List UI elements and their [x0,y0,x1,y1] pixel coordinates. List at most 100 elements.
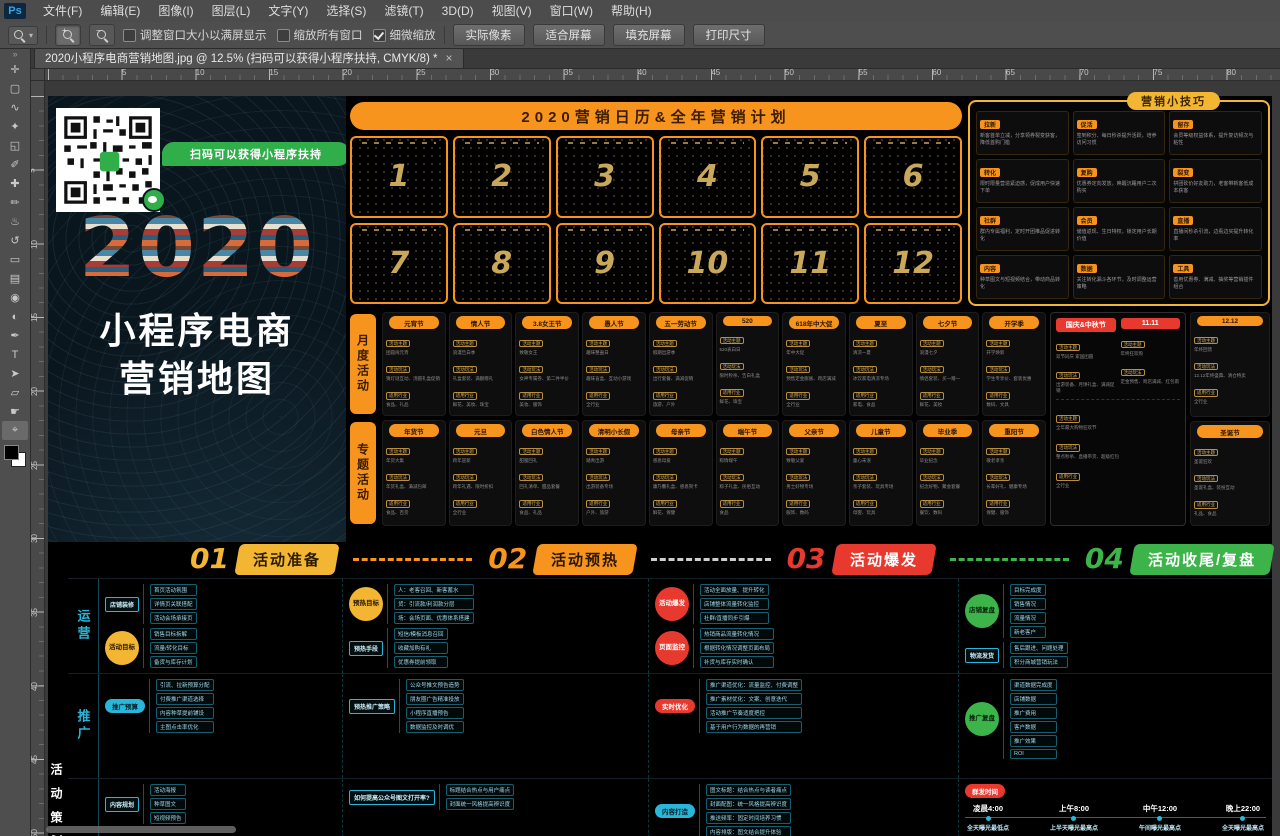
document-tab[interactable]: 2020小程序电商营销地图.jpg @ 12.5% (扫码可以获得小程序扶持, … [34,47,464,68]
crop-tool-icon[interactable]: ◱ [2,136,28,155]
zoom-tool-icon[interactable]: ⌖ [2,421,28,440]
menu-item[interactable]: 帮助(H) [602,0,661,22]
activity-section-label: 活动主题 [653,448,677,455]
type-tool-icon[interactable]: T [2,345,28,364]
dodge-tool-icon[interactable]: ◐ [2,307,28,326]
activity-section-text: 甜蜜回礼 [519,458,575,464]
horizontal-scrollbar[interactable] [46,826,236,833]
foreground-color-swatch[interactable] [4,445,19,460]
activity-name: 元旦 [456,424,506,437]
activity-section-label: 活动玩法 [1194,475,1218,482]
mindmap-node-child: 推广渠道优化：流量监控、付费调整 [706,679,802,691]
mindmap-node: 推广复盘 [965,702,999,736]
marquee-tool-icon[interactable]: ▢ [2,79,28,98]
option-button[interactable]: 填充屏幕 [613,24,685,46]
activity-card: 618年中大促活动主题年中大促活动玩法预售定金膨胀、跨店满减适用行业全行业 [782,312,846,416]
activity-section-label: 活动主题 [720,448,744,455]
eyedropper-tool-icon[interactable]: ✐ [2,155,28,174]
activity-section-text: 毕业纪念 [920,458,976,464]
move-tool-icon[interactable]: ✛ [2,60,28,79]
ruler-number: 25 [30,461,39,470]
document-canvas[interactable]: 扫码可以获得小程序扶持 2020 小程序电商 营销地图 2020营销日历&全年营… [44,80,1280,836]
plus-icon: + [62,26,67,35]
pen-tool-icon[interactable]: ✒ [2,326,28,345]
menu-item[interactable]: 编辑(E) [91,0,149,22]
activity-section-label: 适用行业 [519,500,543,507]
option-button[interactable]: 打印尺寸 [693,24,765,46]
menu-item[interactable]: 图像(I) [149,0,202,22]
color-swatches[interactable] [4,445,26,467]
send-time-label: 群发时间 [965,784,1005,798]
shape-tool-icon[interactable]: ▱ [2,383,28,402]
month-number: 11 [789,246,831,281]
tips-title: 营销小技巧 [1127,92,1220,110]
blur-tool-icon[interactable]: ◉ [2,288,28,307]
mindmap-node: 预热推广策略 [349,699,395,714]
clone-stamp-tool-icon[interactable]: ♨ [2,212,28,231]
activity-section-text: 预售定金膨胀、跨店满减 [786,376,842,382]
option-button[interactable]: 实际像素 [453,24,525,46]
activity-section-label: 适用行业 [853,392,877,399]
activity-section-label: 适用行业 [720,500,744,507]
eraser-tool-icon[interactable]: ▭ [2,250,28,269]
activity-section-text: 全行业 [1194,399,1266,405]
path-selection-tool-icon[interactable]: ➤ [2,364,28,383]
special-activities-row: 年货节活动主题年货大集活动玩法年货礼盒、满减包邮适用行业食品、百货元旦活动主题跨… [382,420,1046,526]
ruler-number: 45 [30,755,39,764]
mindmap-node-child: 推广素材优化：文案、创意迭代 [706,693,802,705]
document-tab-bar: 2020小程序电商营销地图.jpg @ 12.5% (扫码可以获得小程序扶持, … [30,48,1280,69]
menu-item[interactable]: 3D(D) [433,0,483,22]
menu-item[interactable]: 滤镜(T) [375,0,432,22]
menu-item[interactable]: 视图(V) [483,0,541,22]
activity-section-text: 致敬女王 [519,350,575,356]
zoom-out-button[interactable]: − [89,24,115,46]
month-number: 7 [388,246,409,281]
tab-close-button[interactable]: × [446,51,453,65]
zoom-in-button[interactable]: + [55,24,81,46]
activity-section-label: 活动主题 [519,448,543,455]
option-checkbox[interactable]: 缩放所有窗口 [277,27,363,43]
zoom-tool-preset[interactable]: ▾ [8,26,38,45]
menu-item[interactable]: 选择(S) [317,0,375,22]
brush-tool-icon[interactable]: ✏ [2,193,28,212]
activity-card: 清明小长假活动主题踏青出游活动玩法出游装备专场适用行业户外、旅游 [582,420,646,526]
menu-item[interactable]: 图层(L) [203,0,260,22]
tip-text: 拼团砍价好友助力，老客带新客低成本获客 [1173,181,1258,195]
activity-name: 3.8女王节 [522,316,572,329]
healing-brush-tool-icon[interactable]: ✚ [2,174,28,193]
mindmap-node-child: 引流、拉新预算分配 [156,679,214,691]
activity-section-text: 服饰、数码 [786,510,842,516]
mindmap-node-child: 推送频率：固定时间培养习惯 [706,812,791,824]
activity-name: 年货节 [389,424,439,437]
collapse-tools-button[interactable]: » [12,48,17,60]
mindmap-group: 页面监控热销商品流量转化情况根据转化情况调整页面布局补货与库存实时确认 [655,628,952,668]
q4-festivals-panel: 国庆&中秋节活动主题双节同庆 家国团圆活动玩法出游装备、月饼礼盒、满减促销11.… [1050,312,1186,526]
menu-item[interactable]: 文件(F) [34,0,91,22]
option-checkbox[interactable]: 细微缩放 [373,27,436,43]
menu-item[interactable]: 窗口(W) [541,0,602,22]
activity-section-label: 适用行业 [453,500,477,507]
option-checkbox[interactable]: 调整窗口大小以满屏显示 [123,27,267,43]
mindmap-node-child: 店铺整体流量转化监控 [700,598,769,610]
month-number: 6 [903,159,924,194]
tip-card: 会员储值返现、生日特权，锁定用户长期价值 [1073,207,1166,251]
ruler-corner [30,68,45,81]
activity-section-label: 活动主题 [720,337,744,344]
activity-section-text: 双节同庆 家国团圆 [1056,354,1116,360]
activity-section-label: 适用行业 [519,392,543,399]
menu-item[interactable]: 文字(Y) [259,0,317,22]
activity-section-label: 活动玩法 [720,474,744,481]
horizontal-ruler: 5101520253035404550556065707580 [44,68,1280,81]
hand-tool-icon[interactable]: ☛ [2,402,28,421]
phase-number: 01 [190,545,229,573]
separator [46,26,47,44]
quick-selection-tool-icon[interactable]: ✦ [2,117,28,136]
history-brush-tool-icon[interactable]: ↺ [2,231,28,250]
lasso-tool-icon[interactable]: ∿ [2,98,28,117]
activity-section-text: 全行业 [586,402,642,408]
activity-section-label: 活动玩法 [586,366,610,373]
gradient-tool-icon[interactable]: ▤ [2,269,28,288]
tip-card: 拉新新客首单立减，分享领券裂变获客，降低首购门槛 [976,111,1069,155]
activity-section-text: 团圆闹元宵 [386,350,442,356]
option-button[interactable]: 适合屏幕 [533,24,605,46]
